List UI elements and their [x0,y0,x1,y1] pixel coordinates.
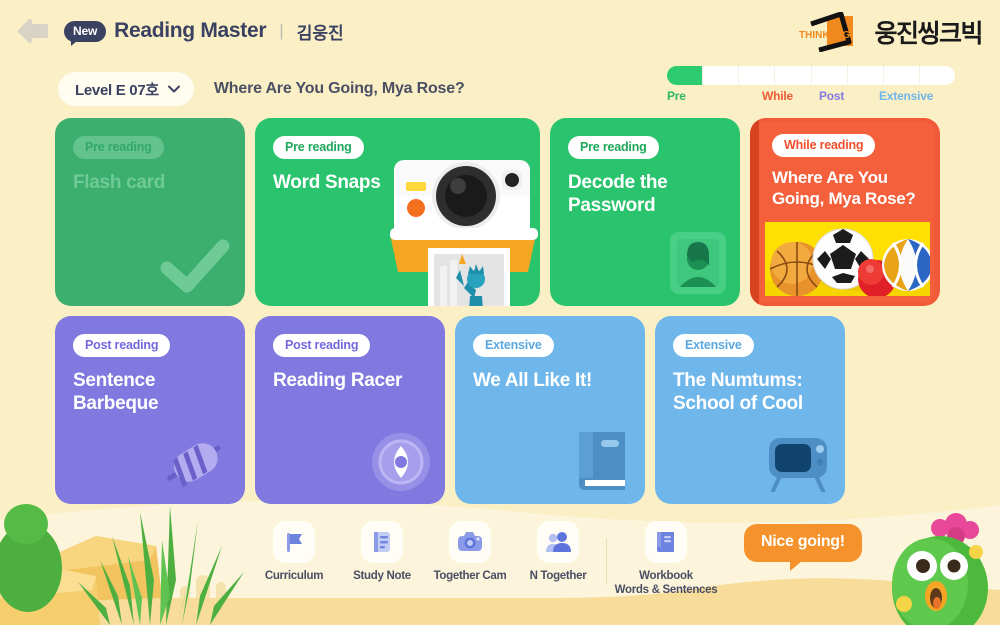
toolbar-item-curriculum[interactable]: Curriculum [250,521,338,583]
card-reading-racer[interactable]: Post reading Reading Racer [255,316,445,504]
brand-logo: THINK BIG 웅진씽크빅 [797,11,983,53]
user-name: 김웅진 [296,23,344,43]
card-stage-pill: Extensive [473,334,554,357]
flag-icon [273,521,315,563]
progress-label-extensive: Extensive [879,89,934,103]
progress-segment [848,66,884,85]
portrait-icon [670,232,726,294]
card-flash-card[interactable]: Pre reading Flash card [55,118,245,306]
toolbar-divider [606,538,607,584]
progress-segment [667,66,704,85]
card-while-reading-book[interactable]: While reading Where Are You Going, Mya R… [750,118,940,306]
app-title: Reading Master [114,19,267,42]
level-select-label: Level E 07호 [75,81,159,99]
card-stage-pill: Post reading [73,334,171,357]
progress-label-pre: Pre [667,89,686,103]
tv-icon [769,438,827,492]
card-stage-pill: Pre reading [73,136,164,159]
progress-segment [884,66,920,85]
card-title: Reading Racer [273,370,403,391]
cactus-character [892,513,988,625]
toolbar-item-n-together[interactable]: N Together [514,521,602,583]
progress-segment [812,66,848,85]
app-header: New Reading Master | 김웅진 THINK BIG 웅진씽크빅 [0,0,1000,62]
card-title: Sentence Barbeque [73,370,159,415]
bottom-toolbar: Curriculum Study Note Together Cam N Tog… [250,521,750,601]
people-icon [537,521,579,563]
card-row-1: Pre reading Flash card Pre reading Word … [55,118,950,306]
distant-cactus-silhouette [180,575,226,621]
book-icon [579,432,625,490]
activity-card-grid: Pre reading Flash card Pre reading Word … [55,118,950,514]
card-title: We All Like It! [473,370,593,391]
card-title: Decode the Password [568,172,668,217]
card-stage-pill: Pre reading [273,136,364,159]
card-sentence-barbeque[interactable]: Post reading Sentence Barbeque [55,316,245,504]
check-icon [160,239,230,293]
progress-segment [775,66,812,85]
target-icon [372,433,430,491]
agave-plant-inner [128,540,194,625]
toolbar-label: Workbook Words & Sentences [614,570,718,597]
toolbar-label: Study Note [353,570,411,582]
card-word-snaps[interactable]: Pre reading Word Snaps [255,118,540,306]
progress-bar [667,66,955,85]
progress-segment [739,66,776,85]
encouragement-bubble: Nice going! [744,524,862,571]
chevron-down-icon [167,85,180,93]
toolbar-label: N Together [529,570,587,582]
progress-segment [703,66,740,85]
level-select-dropdown[interactable]: Level E 07호 [58,72,194,106]
title-separator: | [279,21,284,40]
desert-rocks [0,536,162,625]
card-title: Where Are You Going, Mya Rose? [772,168,916,208]
toolbar-item-workbook[interactable]: Workbook Words & Sentences [611,521,721,598]
card-decode-the-password[interactable]: Pre reading Decode the Password [550,118,740,306]
toolbar-label: Curriculum [264,570,324,582]
workbook-icon [645,521,687,563]
card-we-all-like-it[interactable]: Extensive We All Like It! [455,316,645,504]
back-arrow-icon[interactable] [18,18,48,44]
agave-plant [78,506,244,625]
card-the-numtums[interactable]: Extensive The Numtums: School of Cool [655,316,845,504]
card-stage-pill: Post reading [273,334,371,357]
brand-korean-name: 웅진씽크빅 [874,20,983,48]
round-cactus [0,504,62,612]
new-badge: New [64,20,107,46]
progress-stage-labels: Pre While Post Extensive [667,89,955,107]
progress-tracker: Pre While Post Extensive [667,66,955,107]
card-title: Flash card [73,172,166,193]
card-stage-pill: Extensive [673,334,754,357]
book-spine [750,118,759,306]
book-title: Where Are You Going, Mya Rose? [213,80,465,97]
progress-segment [920,66,955,85]
svg-text:THINK BIG: THINK BIG [799,30,850,41]
note-icon [361,521,403,563]
toolbar-label: Together Cam [433,570,507,582]
sports-balls-cover [765,222,930,296]
toolbar-item-study-note[interactable]: Study Note [338,521,426,583]
think-big-logo-icon: THINK BIG [797,11,865,53]
card-stage-pill: Pre reading [568,136,659,159]
camera-icon [449,521,491,563]
card-row-2: Post reading Sentence Barbeque Post read… [55,316,950,504]
skewer-icon [167,443,221,488]
polaroid-camera-icon [390,160,538,306]
card-stage-pill: While reading [772,134,876,157]
progress-label-while: While [762,89,793,103]
progress-label-post: Post [819,89,845,103]
card-title: The Numtums: School of Cool [673,370,803,415]
toolbar-item-together-cam[interactable]: Together Cam [426,521,514,583]
